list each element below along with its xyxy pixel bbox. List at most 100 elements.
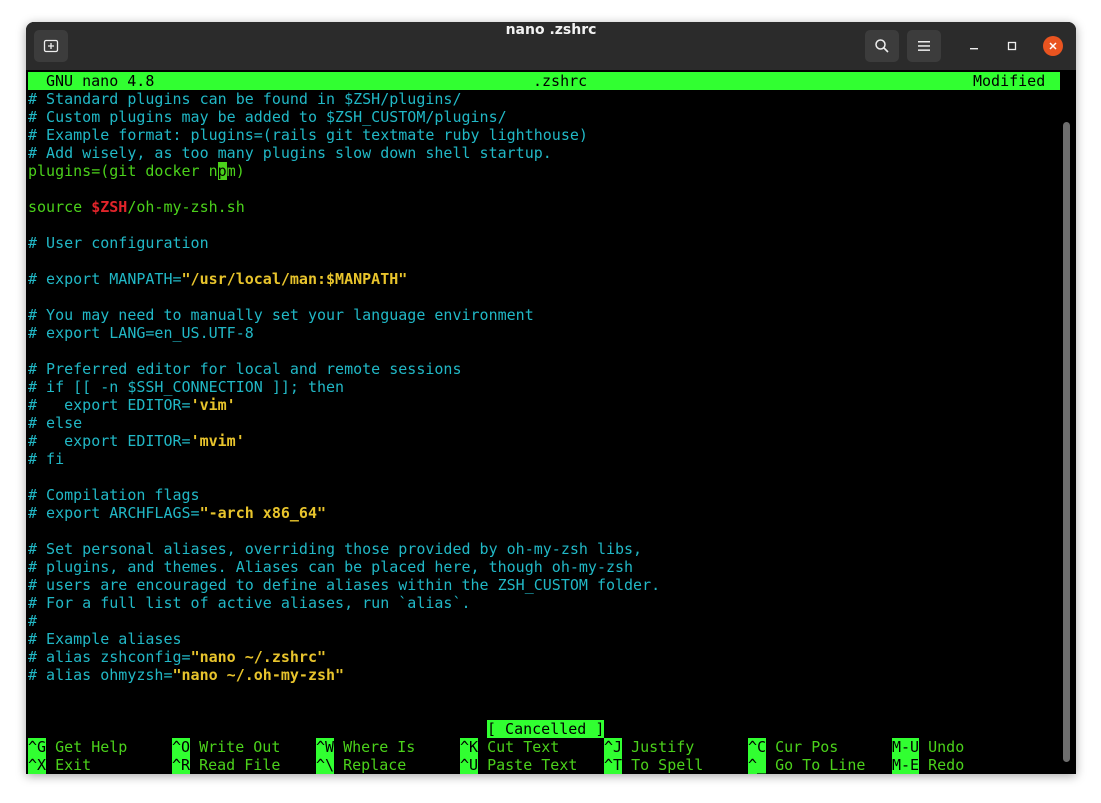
editor-line[interactable]: # alias zshconfig="nano ~/.zshrc"	[28, 648, 326, 666]
shortcut-get-help[interactable]: ^G Get Help	[28, 738, 127, 756]
editor-line[interactable]: # export EDITOR='vim'	[28, 396, 236, 414]
shortcut-label: Where Is	[343, 738, 416, 756]
editor-line[interactable]: source $ZSH/oh-my-zsh.sh	[28, 198, 245, 216]
nano-filename: .zshrc	[533, 72, 588, 90]
terminal-window: nano .zshrc GNU nano 4.8 .zshrc Modified…	[26, 22, 1076, 774]
editor-line[interactable]: # export LANG=en_US.UTF-8	[28, 324, 254, 342]
editor-line[interactable]: # Custom plugins may be added to $ZSH_CU…	[28, 108, 507, 126]
shortcut-cut-text[interactable]: ^K Cut Text	[460, 738, 559, 756]
editor-line[interactable]: # Preferred editor for local and remote …	[28, 360, 461, 378]
string-text: "nano ~/.zshrc"	[190, 648, 327, 666]
shortcut-label: Cur Pos	[775, 738, 839, 756]
comment-text: # export EDITOR=	[28, 396, 191, 414]
shortcut-undo[interactable]: M-U Undo	[892, 738, 964, 756]
editor-line[interactable]: # You may need to manually set your lang…	[28, 306, 534, 324]
code-text: source	[28, 198, 92, 216]
shortcut-go-to-line[interactable]: ^_ Go To Line	[748, 756, 865, 774]
shortcut-key: ^\	[316, 756, 335, 774]
comment-text: # alias zshconfig=	[28, 648, 191, 666]
string-text: 'mvim'	[190, 432, 245, 450]
maximize-icon	[1007, 41, 1017, 51]
editor-line[interactable]: # Example format: plugins=(rails git tex…	[28, 126, 588, 144]
search-icon	[875, 39, 889, 53]
shortcut-paste-text[interactable]: ^U Paste Text	[460, 756, 577, 774]
shortcut-key: ^O	[172, 738, 191, 756]
shortcut-label: Justify	[631, 738, 695, 756]
shortcut-key: ^J	[604, 738, 623, 756]
comment-text: # export ARCHFLAGS=	[28, 504, 200, 522]
terminal-area[interactable]: GNU nano 4.8 .zshrc Modified # Standard …	[26, 70, 1076, 774]
comment-text: # export MANPATH=	[28, 270, 182, 288]
shortcut-key: ^T	[604, 756, 623, 774]
editor-line[interactable]: #	[28, 612, 37, 630]
shortcut-redo[interactable]: M-E Redo	[892, 756, 964, 774]
editor-line[interactable]: # if [[ -n $SSH_CONNECTION ]]; then	[28, 378, 344, 396]
shortcut-label: Replace	[343, 756, 407, 774]
minimize-button[interactable]	[962, 34, 986, 58]
string-text: "/usr/local/man:$MANPATH"	[181, 270, 408, 288]
shortcut-read-file[interactable]: ^R Read File	[172, 756, 280, 774]
close-button[interactable]	[1043, 36, 1063, 56]
scrollbar[interactable]	[1063, 122, 1070, 762]
comment-text: # alias ohmyzsh=	[28, 666, 173, 684]
maximize-button[interactable]	[1000, 34, 1024, 58]
editor-line[interactable]: # Set personal aliases, overriding those…	[28, 540, 642, 558]
editor-line[interactable]: # export ARCHFLAGS="-arch x86_64"	[28, 504, 326, 522]
code-text: plugins=(git docker n	[28, 162, 218, 180]
shortcut-key: ^K	[460, 738, 479, 756]
shortcut-label: Get Help	[55, 738, 128, 756]
editor-line[interactable]: # fi	[28, 450, 64, 468]
code-text: m)	[226, 162, 245, 180]
search-button[interactable]	[865, 30, 899, 62]
status-message: [ Cancelled ]	[487, 720, 605, 738]
editor-line[interactable]: # users are encouraged to define aliases…	[28, 576, 660, 594]
shortcut-label: Redo	[928, 756, 965, 774]
shortcut-key: ^W	[316, 738, 335, 756]
editor-line[interactable]: # Add wisely, as too many plugins slow d…	[28, 144, 552, 162]
shortcut-justify[interactable]: ^J Justify	[604, 738, 694, 756]
editor-line[interactable]: # Compilation flags	[28, 486, 200, 504]
code-text: /oh-my-zsh.sh	[127, 198, 245, 216]
shortcut-write-out[interactable]: ^O Write Out	[172, 738, 280, 756]
editor-line[interactable]: # else	[28, 414, 82, 432]
comment-text: # export EDITOR=	[28, 432, 191, 450]
string-text: 'vim'	[190, 396, 236, 414]
editor-line[interactable]: # Standard plugins can be found in $ZSH/…	[28, 90, 461, 108]
editor-line[interactable]: # alias ohmyzsh="nano ~/.oh-my-zsh"	[28, 666, 344, 684]
shortcut-where-is[interactable]: ^W Where Is	[316, 738, 415, 756]
nano-modified-state: Modified	[973, 72, 1046, 90]
shortcut-key: ^U	[460, 756, 479, 774]
editor-line[interactable]: # For a full list of active aliases, run…	[28, 594, 471, 612]
shortcut-label: Read File	[199, 756, 281, 774]
editor-line[interactable]: # Example aliases	[28, 630, 182, 648]
editor-line[interactable]: # export EDITOR='mvim'	[28, 432, 245, 450]
shortcut-label: Paste Text	[487, 756, 578, 774]
shortcut-to-spell[interactable]: ^T To Spell	[604, 756, 703, 774]
menu-button[interactable]	[907, 30, 941, 62]
shortcut-cur-pos[interactable]: ^C Cur Pos	[748, 738, 838, 756]
text-cursor: p	[217, 162, 227, 180]
shortcut-key: ^R	[172, 756, 191, 774]
editor-line[interactable]: plugins=(git docker npm)	[28, 162, 245, 180]
title-bar: nano .zshrc	[26, 22, 1076, 70]
shortcut-label: Go To Line	[775, 756, 866, 774]
shortcut-key: M-U	[892, 738, 920, 756]
shortcut-key: ^G	[28, 738, 47, 756]
string-text: "-arch x86_64"	[199, 504, 327, 522]
shortcut-exit[interactable]: ^X Exit	[28, 756, 91, 774]
editor-line[interactable]: # export MANPATH="/usr/local/man:$MANPAT…	[28, 270, 407, 288]
shortcut-key: ^X	[28, 756, 47, 774]
shortcut-replace[interactable]: ^\ Replace	[316, 756, 406, 774]
shortcut-key: ^_	[748, 756, 767, 774]
shortcut-label: Cut Text	[487, 738, 560, 756]
editor-line[interactable]: # User configuration	[28, 234, 209, 252]
string-text: "nano ~/.oh-my-zsh"	[172, 666, 345, 684]
nano-version: GNU nano 4.8	[46, 72, 155, 90]
editor-line[interactable]: # plugins, and themes. Aliases can be pl…	[28, 558, 633, 576]
close-icon	[1049, 42, 1057, 50]
shortcut-label: Exit	[55, 756, 92, 774]
shortcut-label: Write Out	[199, 738, 281, 756]
shortcut-key: M-E	[892, 756, 920, 774]
shortcut-label: To Spell	[631, 756, 704, 774]
hamburger-menu-icon	[918, 41, 930, 51]
